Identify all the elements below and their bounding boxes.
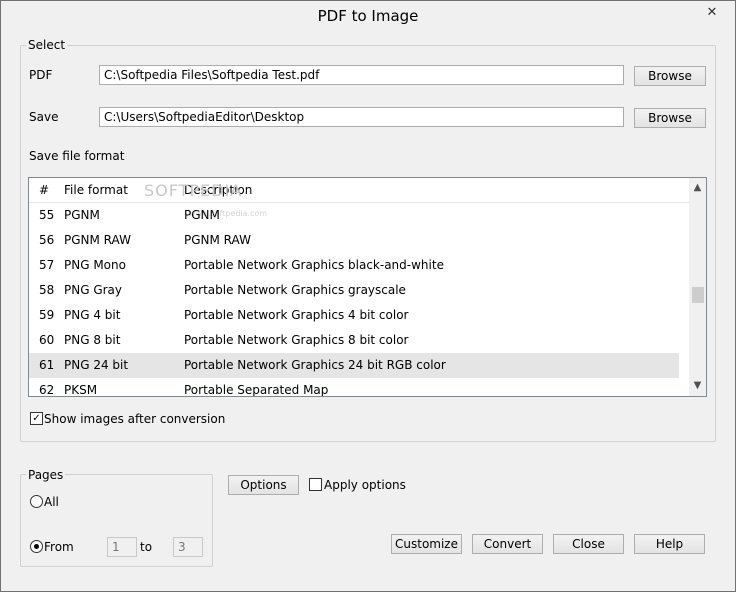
apply-options-checkbox[interactable] [309,478,322,491]
row-description: Portable Network Graphics 24 bit RGB col… [184,358,446,372]
show-images-label[interactable]: Show images after conversion [44,412,225,426]
row-description: Portable Network Graphics 4 bit color [184,308,409,322]
show-images-checkbox[interactable]: ✓ [30,412,43,425]
row-format: PKSM [64,383,98,397]
row-description: PGNM [184,208,220,222]
row-description: Portable Network Graphics black-and-whit… [184,258,444,272]
row-description: Portable Network Graphics 8 bit color [184,333,409,347]
to-label: to [140,540,153,554]
save-label: Save [29,110,59,124]
convert-button[interactable]: Convert [472,534,543,554]
row-num: 59 [39,308,55,322]
scroll-down-icon[interactable]: ▼ [689,377,706,394]
list-item[interactable]: 57 PNG Mono Portable Network Graphics blac… [29,253,679,278]
row-num: 55 [39,208,55,222]
scroll-up-icon[interactable]: ▲ [689,179,706,196]
list-item[interactable]: 56 PGNM RAW PGNM RAW [29,228,679,253]
from-pages-label[interactable]: From [44,540,74,554]
options-button[interactable]: Options [228,475,299,495]
to-page-field[interactable]: 3 [173,537,203,557]
radio-selected-dot [34,544,39,549]
list-header: # File format Description [29,178,689,203]
row-description: Portable Network Graphics grayscale [184,283,406,297]
list-item[interactable]: 61 PNG 24 bit Portable Network Graphics 24… [29,353,679,378]
row-num: 56 [39,233,55,247]
row-num: 61 [39,358,55,372]
apply-options-label[interactable]: Apply options [324,478,406,492]
softpedia-watermark: SOFTPEDIA [144,181,243,200]
column-header-num[interactable]: # [39,178,49,202]
pdf-path-field[interactable]: C:\Softpedia Files\Softpedia Test.pdf [99,65,624,85]
row-format: PNG 24 bit [64,358,129,372]
list-item[interactable]: 55 PGNM PGNM [29,203,679,228]
row-description: Portable Separated Map [184,383,329,397]
customize-button[interactable]: Customize [391,534,462,554]
row-format: PGNM RAW [64,233,131,247]
from-pages-radio[interactable] [30,540,43,553]
select-group-label: Select [26,38,68,52]
scroll-thumb[interactable] [692,287,704,303]
pdf-browse-button[interactable]: Browse [634,66,706,86]
save-browse-button[interactable]: Browse [634,108,706,128]
title-bar: PDF to Image ✕ [1,1,735,33]
row-description: PGNM RAW [184,233,251,247]
list-item[interactable]: 58 PNG Gray Portable Network Graphics gray… [29,278,679,303]
file-format-list[interactable]: # File format Description SOFTPEDIA www.… [28,177,707,397]
row-format: PNG Mono [64,258,126,272]
row-format: PNG 8 bit [64,333,121,347]
row-num: 60 [39,333,55,347]
save-path-field[interactable]: C:\Users\SoftpediaEditor\Desktop [99,107,624,127]
from-page-field[interactable]: 1 [107,537,137,557]
column-header-file-format[interactable]: File format [64,178,128,202]
close-icon: ✕ [706,5,718,20]
list-scrollbar[interactable]: ▲ ▼ [689,178,706,396]
pages-group-label: Pages [26,468,66,482]
row-num: 62 [39,383,55,397]
row-format: PNG Gray [64,283,123,297]
all-pages-label[interactable]: All [44,495,59,509]
save-format-label: Save file format [29,149,125,163]
list-item[interactable]: 59 PNG 4 bit Portable Network Graphics 4 b… [29,303,679,328]
close-window-button[interactable]: ✕ [697,3,727,23]
pdf-to-image-window: PDF to Image ✕ Select PDF C:\Softpedia F… [0,0,736,592]
window-title: PDF to Image [317,7,419,25]
all-pages-radio[interactable] [30,495,43,508]
row-format: PNG 4 bit [64,308,121,322]
row-num: 57 [39,258,55,272]
row-num: 58 [39,283,55,297]
list-item[interactable]: 60 PNG 8 bit Portable Network Graphics 8 b… [29,328,679,353]
list-item[interactable]: 62 PKSM Portable Separated Map [29,378,679,397]
row-format: PGNM [64,208,100,222]
checkmark-icon: ✓ [32,413,41,424]
help-button[interactable]: Help [634,534,705,554]
pdf-label: PDF [29,68,53,82]
close-button[interactable]: Close [553,534,624,554]
